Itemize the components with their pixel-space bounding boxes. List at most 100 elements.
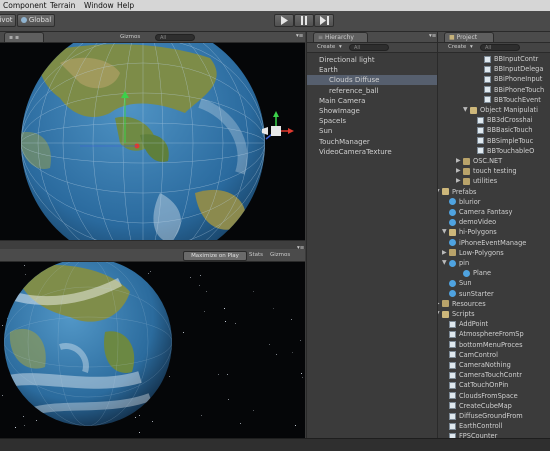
project-item[interactable]: BB3dCrosshai: [487, 115, 533, 125]
project-item[interactable]: Camera Fantasy: [459, 207, 512, 217]
project-item[interactable]: sunStarter: [459, 289, 494, 299]
maximize-on-play-toggle[interactable]: Maximize on Play: [183, 251, 247, 261]
script-icon: [449, 330, 456, 338]
project-item[interactable]: CamControl: [459, 350, 498, 360]
project-item[interactable]: BBTouchableO: [487, 146, 534, 156]
project-item[interactable]: BBiPhoneInput: [494, 74, 542, 84]
project-item[interactable]: Plane: [473, 268, 491, 278]
menu-terrain[interactable]: Terrain: [50, 0, 75, 11]
project-item[interactable]: bottomMenuProces: [459, 340, 523, 350]
project-item[interactable]: AtmosphereFromSp: [459, 329, 524, 339]
project-item[interactable]: CameraTouchContr: [459, 370, 522, 380]
scene-gizmos-button[interactable]: Gizmos: [120, 33, 140, 41]
scene-viewport[interactable]: [0, 43, 305, 240]
scene-game-splitter[interactable]: [0, 240, 305, 249]
script-icon: [449, 422, 456, 430]
menu-component[interactable]: Component: [3, 0, 47, 11]
project-item[interactable]: demoVideo: [459, 217, 496, 227]
hierarchy-item[interactable]: reference_ball: [329, 86, 379, 96]
project-item[interactable]: CreateCubeMap: [459, 401, 512, 411]
hierarchy-list: Directional light Earth Clouds Diffuse refe…: [307, 53, 437, 438]
script-icon: [449, 392, 456, 400]
project-item[interactable]: Object Manipulati: [480, 105, 538, 115]
project-item[interactable]: utilities: [473, 176, 497, 186]
panel-menu-icon[interactable]: ▾≡: [297, 244, 304, 252]
project-item[interactable]: BBSimpleTouc: [487, 136, 533, 146]
step-button[interactable]: [314, 14, 334, 27]
project-item[interactable]: CatTouchOnPin: [459, 380, 508, 390]
hierarchy-item[interactable]: ShowImage: [319, 106, 360, 116]
game-gizmos-button[interactable]: Gizmos: [270, 251, 290, 259]
expand-arrow-icon[interactable]: ▼: [463, 105, 468, 115]
project-item[interactable]: FPSCounter: [459, 431, 497, 438]
hierarchy-item[interactable]: Earth: [319, 65, 338, 75]
project-item[interactable]: Sun: [459, 278, 472, 288]
project-item[interactable]: BBTouchEvent: [494, 95, 541, 105]
project-item[interactable]: OSC.NET: [473, 156, 502, 166]
hierarchy-item[interactable]: Clouds Diffuse: [307, 75, 437, 86]
project-item[interactable]: BBInputContr: [494, 54, 538, 64]
prefab-icon: [449, 218, 456, 226]
chevron-down-icon[interactable]: ▾: [339, 43, 342, 51]
project-item[interactable]: BBInputDelega: [494, 64, 543, 74]
tab-hierarchy[interactable]: ≡ Hierarchy: [313, 32, 368, 42]
project-item[interactable]: AddPoint: [459, 319, 488, 329]
script-icon: [477, 137, 484, 145]
pivot-button[interactable]: ivot: [0, 14, 16, 27]
project-search-input[interactable]: All: [480, 44, 520, 51]
global-button[interactable]: Global: [17, 14, 55, 27]
panel-menu-icon[interactable]: ▾≡: [429, 32, 436, 40]
menu-help[interactable]: Help: [117, 0, 134, 11]
menu-window[interactable]: Window: [84, 0, 114, 11]
tab-scene[interactable]: ▪ ▪: [4, 32, 44, 42]
hierarchy-item[interactable]: Directional light: [319, 55, 375, 65]
project-item[interactable]: hi-Polygons: [459, 227, 497, 237]
tab-project[interactable]: ■ Project: [444, 32, 494, 42]
stats-toggle[interactable]: Stats: [249, 251, 263, 259]
expand-arrow-icon[interactable]: ▼: [438, 187, 440, 197]
collapse-arrow-icon[interactable]: ▶: [456, 156, 461, 166]
hierarchy-item[interactable]: Main Camera: [319, 96, 365, 106]
expand-arrow-icon[interactable]: ▼: [442, 227, 447, 237]
project-item[interactable]: iPhoneEventManage: [459, 238, 526, 248]
project-create-button[interactable]: Create: [448, 43, 466, 51]
hierarchy-item[interactable]: Sun: [319, 126, 332, 136]
hierarchy-item[interactable]: TouchManager: [319, 137, 370, 147]
play-button[interactable]: [274, 14, 294, 27]
panel-menu-icon[interactable]: ▾≡: [296, 32, 303, 40]
project-item[interactable]: DiffuseGroundFrom: [459, 411, 523, 421]
collapse-arrow-icon[interactable]: ▶: [442, 248, 447, 258]
scene-tab-icons: ▪ ▪: [9, 34, 20, 41]
expand-arrow-icon[interactable]: ▼: [442, 258, 447, 268]
scene-search-input[interactable]: All: [155, 33, 195, 41]
project-item[interactable]: BBBasicTouch: [487, 125, 532, 135]
scene-orientation-gizmo[interactable]: [262, 111, 294, 140]
project-item[interactable]: EarthControll: [459, 421, 502, 431]
project-item[interactable]: touch testing: [473, 166, 517, 176]
project-tab-label: Project: [456, 34, 478, 41]
hierarchy-item[interactable]: SpaceIs: [319, 116, 346, 126]
project-item[interactable]: BBiPhoneTouch: [494, 85, 544, 95]
project-item[interactable]: blurior: [459, 197, 481, 207]
expand-arrow-icon[interactable]: ▼: [438, 309, 440, 319]
script-icon: [484, 65, 491, 73]
project-item[interactable]: Low-Polygons: [459, 248, 504, 258]
collapse-arrow-icon[interactable]: ▶: [456, 176, 461, 186]
project-item[interactable]: Scripts: [452, 309, 475, 319]
project-item[interactable]: pin: [459, 258, 469, 268]
project-item[interactable]: CloudsFromSpace: [459, 391, 518, 401]
folder-icon: [449, 249, 456, 257]
collapse-arrow-icon[interactable]: ▶: [456, 166, 461, 176]
script-icon: [449, 381, 456, 389]
chevron-down-icon[interactable]: ▾: [470, 43, 473, 51]
collapse-arrow-icon[interactable]: ▶: [438, 299, 440, 309]
hierarchy-search-input[interactable]: All: [349, 44, 389, 51]
hierarchy-create-button[interactable]: Create: [317, 43, 335, 51]
game-viewport[interactable]: [0, 262, 305, 438]
pause-button[interactable]: [294, 14, 314, 27]
project-toolbar: Create ▾ All: [438, 43, 550, 53]
hierarchy-item[interactable]: VideoCameraTexture: [319, 147, 392, 157]
project-item[interactable]: Prefabs: [452, 187, 476, 197]
project-item[interactable]: Resources: [452, 299, 486, 309]
project-item[interactable]: CameraNothing: [459, 360, 511, 370]
